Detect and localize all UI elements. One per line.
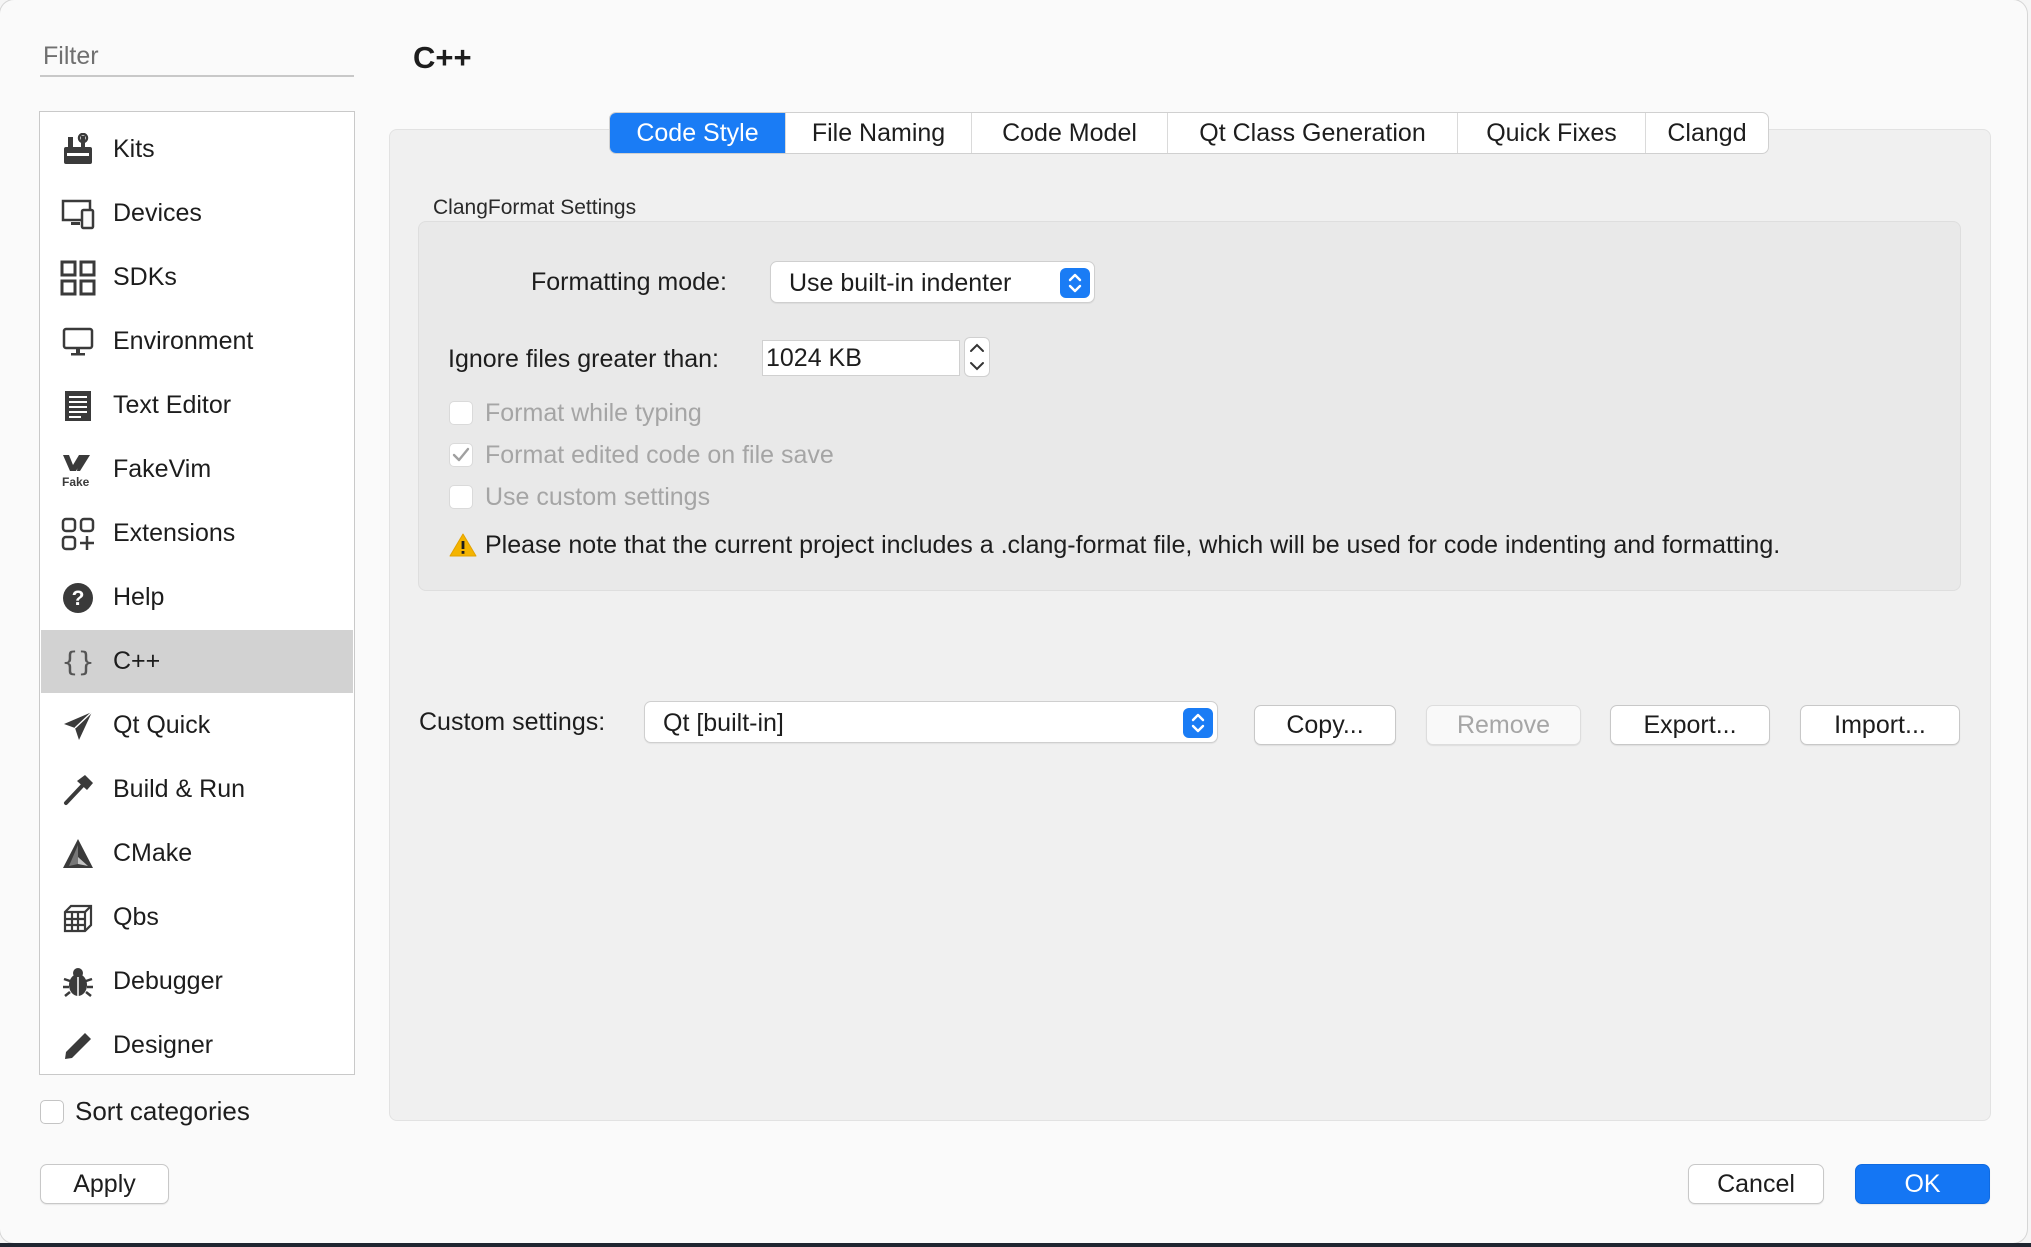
updown-chevron-icon — [1183, 708, 1213, 738]
sidebar-item-devices[interactable]: Devices — [41, 182, 353, 245]
sidebar-item-debugger[interactable]: Debugger — [41, 950, 353, 1013]
format-while-typing-label: Format while typing — [485, 399, 702, 427]
ignore-files-size-input[interactable]: 1024 KB — [762, 340, 960, 376]
tab-clangd[interactable]: Clangd — [1646, 113, 1768, 153]
svg-text:?: ? — [72, 587, 85, 610]
sidebar-item-label: Qt Quick — [113, 711, 211, 739]
category-sidebar: Kits Devices SDKs Environment Text Edito… — [39, 111, 355, 1075]
format-while-typing-checkbox[interactable] — [449, 401, 473, 425]
sort-categories-label: Sort categories — [75, 1096, 250, 1126]
custom-settings-value: Qt [built-in] — [663, 709, 784, 737]
qbs-icon — [59, 899, 97, 937]
sidebar-item-label: Qbs — [113, 903, 159, 931]
fakevim-icon: Fake — [59, 451, 97, 489]
sidebar-item-label: SDKs — [113, 263, 177, 291]
sidebar-item-qbs[interactable]: Qbs — [41, 886, 353, 949]
sidebar-item-qt-quick[interactable]: Qt Quick — [41, 694, 353, 757]
sidebar-item-label: Environment — [113, 327, 254, 355]
svg-text:Fake: Fake — [62, 475, 90, 488]
tab-qt-class-generation[interactable]: Qt Class Generation — [1168, 113, 1458, 153]
sort-categories-checkbox[interactable] — [40, 1100, 64, 1124]
formatting-mode-value: Use built-in indenter — [789, 269, 1012, 297]
format-on-save-checkbox[interactable] — [449, 443, 473, 467]
use-custom-settings-checkbox[interactable] — [449, 485, 473, 509]
sidebar-item-text-editor[interactable]: Text Editor — [41, 374, 353, 437]
sidebar-item-label: Text Editor — [113, 391, 232, 419]
sidebar-item-label: FakeVim — [113, 455, 212, 483]
clangformat-group-title: ClangFormat Settings — [433, 196, 637, 219]
qt-quick-icon — [59, 707, 97, 745]
sidebar-item-designer[interactable]: Designer — [41, 1014, 353, 1077]
braces-icon: {} — [59, 643, 97, 681]
format-on-save-label: Format edited code on file save — [485, 441, 834, 469]
use-custom-settings-label: Use custom settings — [485, 483, 711, 511]
sidebar-item-label: Debugger — [113, 967, 223, 995]
remove-button[interactable]: Remove — [1426, 705, 1581, 745]
sidebar-item-kits[interactable]: Kits — [41, 118, 353, 181]
export-button[interactable]: Export... — [1610, 705, 1770, 745]
sidebar-item-sdks[interactable]: SDKs — [41, 246, 353, 309]
tab-quick-fixes[interactable]: Quick Fixes — [1458, 113, 1646, 153]
sidebar-item-cpp[interactable]: {} C++ — [41, 630, 353, 693]
copy-button[interactable]: Copy... — [1254, 705, 1396, 745]
sidebar-item-label: Devices — [113, 199, 202, 227]
formatting-mode-label: Formatting mode: — [531, 268, 727, 296]
ok-button[interactable]: OK — [1855, 1164, 1990, 1204]
ignore-files-stepper[interactable] — [964, 337, 990, 377]
sidebar-item-label: Help — [113, 583, 165, 611]
sidebar-item-build-run[interactable]: Build & Run — [41, 758, 353, 821]
tab-file-naming[interactable]: File Naming — [786, 113, 972, 153]
tab-bar: Code Style File Naming Code Model Qt Cla… — [609, 112, 1769, 154]
sidebar-item-cmake[interactable]: CMake — [41, 822, 353, 885]
sidebar-item-environment[interactable]: Environment — [41, 310, 353, 373]
sidebar-item-fakevim[interactable]: Fake FakeVim — [41, 438, 353, 501]
ignore-files-label: Ignore files greater than: — [448, 345, 719, 373]
checkmark-icon — [452, 447, 470, 462]
help-icon: ? — [59, 579, 97, 617]
tab-code-model[interactable]: Code Model — [972, 113, 1168, 153]
text-editor-icon — [59, 387, 97, 425]
custom-settings-select[interactable]: Qt [built-in] — [644, 701, 1218, 743]
warning-icon — [449, 532, 477, 563]
preferences-window: Kits Devices SDKs Environment — [0, 0, 2027, 1243]
formatting-mode-select[interactable]: Use built-in indenter — [770, 261, 1095, 303]
hammer-icon — [59, 771, 97, 809]
sdks-icon — [59, 259, 97, 297]
svg-text:{}: {} — [62, 647, 95, 678]
sidebar-item-label: Extensions — [113, 519, 236, 547]
sidebar-item-label: Designer — [113, 1031, 214, 1059]
tab-code-style[interactable]: Code Style — [610, 113, 786, 153]
extensions-icon — [59, 515, 97, 553]
background-window-edge — [0, 1243, 2031, 1247]
apply-button[interactable]: Apply — [40, 1164, 169, 1204]
environment-icon — [59, 323, 97, 361]
filter-input[interactable] — [40, 37, 354, 77]
pencil-icon — [59, 1027, 97, 1065]
import-button[interactable]: Import... — [1800, 705, 1960, 745]
sidebar-item-label: CMake — [113, 839, 193, 867]
sidebar-item-label: Build & Run — [113, 775, 246, 803]
kits-icon — [59, 131, 97, 169]
sidebar-item-help[interactable]: ? Help — [41, 566, 353, 629]
sidebar-item-label: Kits — [113, 135, 155, 163]
sidebar-item-label: C++ — [113, 647, 161, 675]
cmake-icon — [59, 835, 97, 873]
custom-settings-label: Custom settings: — [419, 708, 606, 736]
bug-icon — [59, 963, 97, 1001]
devices-icon — [59, 195, 97, 233]
page-title: C++ — [413, 40, 472, 75]
cancel-button[interactable]: Cancel — [1688, 1164, 1824, 1204]
clang-format-note: Please note that the current project inc… — [485, 531, 1781, 559]
sidebar-item-extensions[interactable]: Extensions — [41, 502, 353, 565]
updown-chevron-icon — [1060, 268, 1090, 298]
